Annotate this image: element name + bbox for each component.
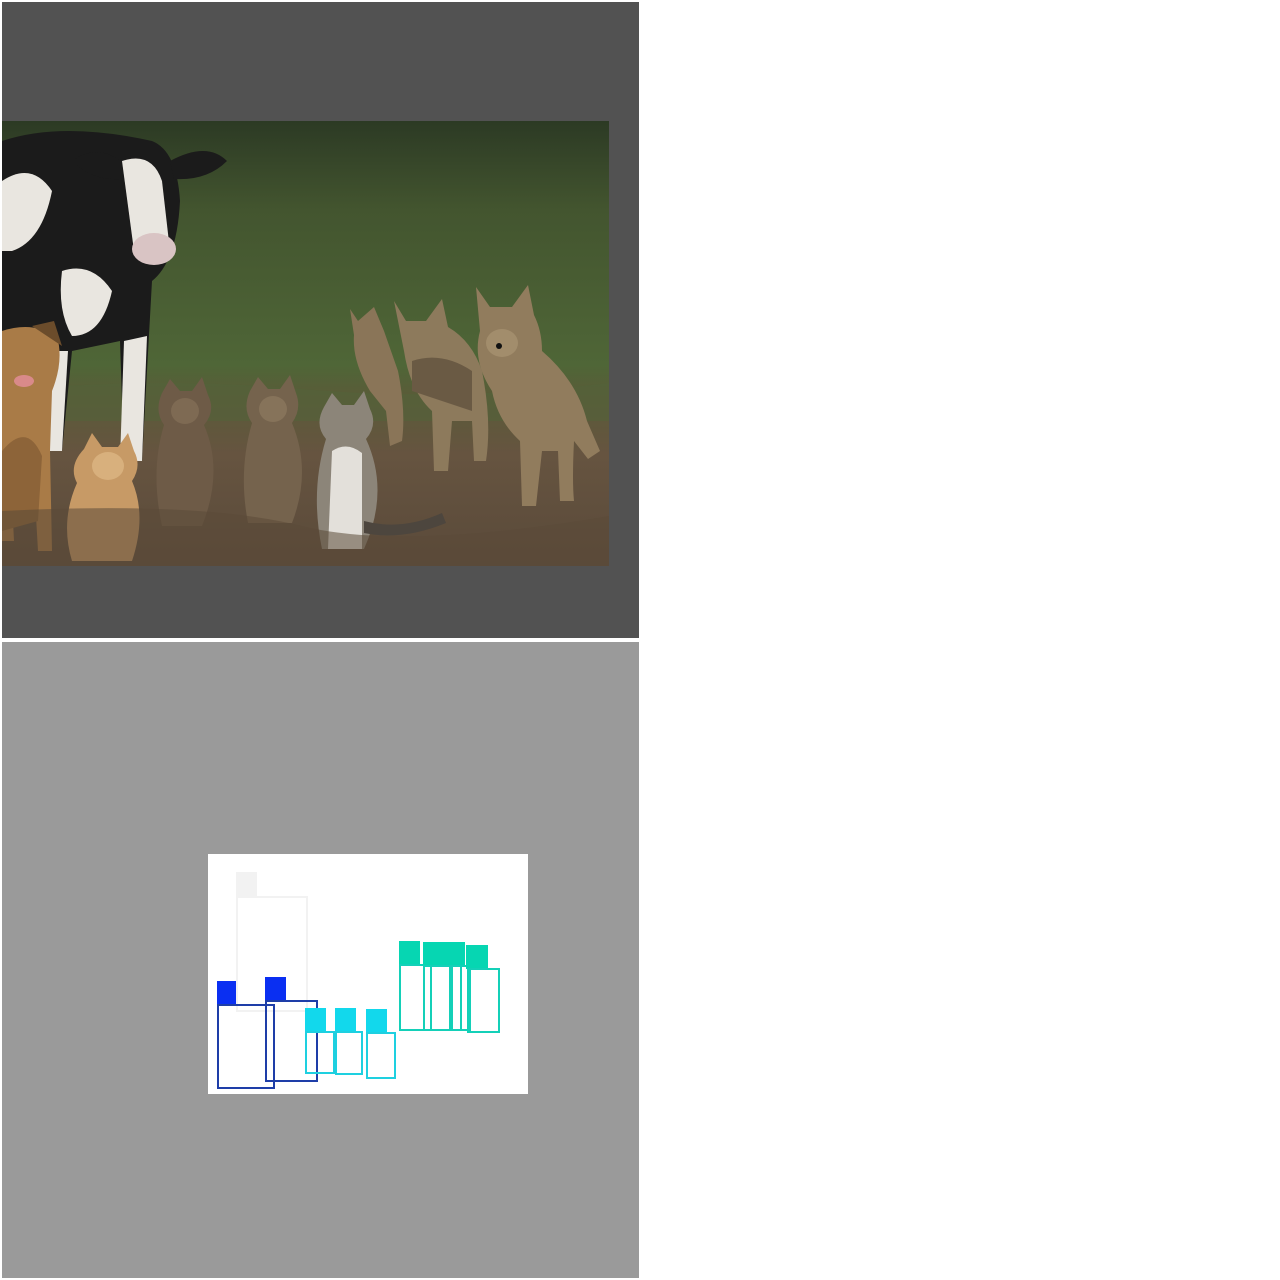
dog-label-tag [217, 981, 236, 1005]
detection-canvas [208, 854, 528, 1094]
cat-box [335, 1031, 363, 1075]
cat-tabby-2 [243, 375, 302, 523]
original-photo-panel [2, 2, 639, 638]
cat-label-tag [335, 1008, 356, 1032]
coyote-label-tag [423, 942, 465, 966]
coyote-label-tag [399, 941, 420, 965]
cow-label-tag [236, 872, 257, 896]
detection-overlay-panel [2, 642, 639, 1278]
cat-tabby-1 [156, 377, 214, 526]
photo-illustration [2, 121, 609, 566]
coyote-box [467, 968, 500, 1033]
coyote-label-tag [466, 945, 488, 969]
cat-label-tag [366, 1009, 387, 1033]
dog-label-tag [265, 977, 286, 1001]
cat-box [366, 1032, 396, 1079]
cat-box [305, 1031, 335, 1074]
cat-label-tag [305, 1008, 326, 1032]
photo [2, 121, 609, 566]
